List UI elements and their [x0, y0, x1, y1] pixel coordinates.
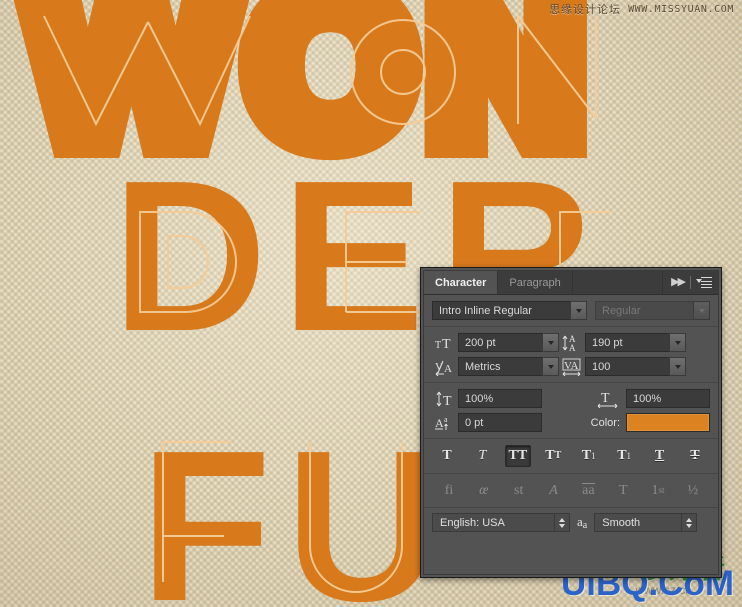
font-size-icon: T T [432, 333, 458, 352]
language-value: English: USA [432, 513, 554, 532]
standard-ligatures-button[interactable]: fi [436, 480, 462, 501]
opentype-button-bar: fi œ st A aa T 1st ½ [424, 477, 718, 504]
tracking-dropdown-arrow[interactable] [669, 357, 686, 376]
language-select[interactable]: English: USA [432, 513, 570, 532]
font-size-dropdown-arrow[interactable] [542, 333, 559, 352]
character-panel: Character Paragraph ▶▶ Intro Inline Regu… [420, 267, 722, 578]
tabbar-spacer [573, 271, 664, 294]
baseline-color-row: A a 0 pt Color: [432, 413, 710, 432]
font-family-dropdown-arrow[interactable] [570, 301, 587, 320]
tab-character-label: Character [435, 276, 487, 289]
antialias-value: Smooth [594, 513, 682, 532]
watermark-site-name: 思缘设计论坛 [549, 4, 622, 16]
style-button-bar: T T TT TT T1 T1 T T [424, 443, 718, 469]
scale-row: T 100% T 100% [432, 389, 710, 408]
oldstyle-button[interactable]: aa [575, 480, 601, 501]
font-section: Intro Inline Regular Regular [424, 295, 718, 326]
size-leading-row: T T 200 pt A A 190 pt [432, 333, 710, 352]
panel-menu-icon[interactable] [696, 277, 712, 288]
font-family-value: Intro Inline Regular [432, 301, 570, 320]
svg-text:T: T [443, 394, 452, 408]
kerning-tracking-row: V A Metrics VA 100 [432, 357, 710, 376]
fractions-button[interactable]: ½ [680, 480, 706, 501]
tracking-field[interactable]: 100 [585, 357, 686, 376]
double-chevron-right-icon[interactable]: ▶▶ [671, 277, 686, 288]
font-family-field[interactable]: Intro Inline Regular [432, 301, 587, 320]
ordinals-button[interactable]: 1st [645, 480, 671, 501]
svg-text:VA: VA [564, 360, 579, 372]
watermark-url: WWW.MISSYUAN.COM [628, 4, 734, 15]
vertical-scale-icon: T [432, 389, 458, 408]
tab-character[interactable]: Character [424, 271, 499, 294]
underline-button[interactable]: T [647, 445, 673, 467]
swash-button[interactable]: A [541, 480, 567, 501]
opentype-section: fi œ st A aa T 1st ½ [424, 473, 718, 507]
antialias-stepper-arrows[interactable] [681, 513, 698, 532]
horizontal-scale-value[interactable]: 100% [626, 389, 710, 408]
font-family-row: Intro Inline Regular Regular [432, 301, 710, 320]
leading-icon: A A [559, 333, 585, 352]
tab-paragraph-label: Paragraph [509, 276, 561, 289]
contextual-alternates-button[interactable]: œ [471, 480, 497, 501]
subscript-button[interactable]: T1 [611, 445, 637, 467]
metrics-section: T T 200 pt A A 190 pt V A Metrics VA 100 [424, 326, 718, 382]
titling-alternates-button[interactable]: T [610, 480, 636, 501]
panel-tabbar: Character Paragraph ▶▶ [424, 271, 718, 295]
svg-text:T: T [442, 337, 451, 351]
language-stepper-arrows[interactable] [554, 513, 570, 532]
baseline-shift-icon: A a [432, 413, 458, 432]
leading-field[interactable]: 190 pt [585, 333, 686, 352]
tracking-icon: VA [559, 357, 585, 376]
kerning-field[interactable]: Metrics [458, 357, 559, 376]
font-style-field[interactable]: Regular [595, 301, 710, 320]
kerning-value: Metrics [458, 357, 542, 376]
horizontal-scale-icon: T [592, 389, 626, 408]
screenshot-stage: .ltr { font-family: "Liberation Sans", s… [0, 0, 742, 607]
svg-text:A: A [569, 343, 576, 352]
color-label: Color: [590, 416, 620, 429]
kerning-dropdown-arrow[interactable] [542, 357, 559, 376]
svg-text:T: T [601, 391, 610, 406]
strikethrough-button[interactable]: T [682, 445, 708, 467]
scale-color-section: T 100% T 100% A a 0 pt Color: [424, 382, 718, 438]
leading-dropdown-arrow[interactable] [669, 333, 686, 352]
panel-header-icons: ▶▶ [663, 271, 718, 294]
font-size-value: 200 pt [458, 333, 542, 352]
style-buttons-section: T T TT TT T1 T1 T T [424, 438, 718, 473]
tab-paragraph[interactable]: Paragraph [498, 271, 573, 294]
svg-text:A: A [435, 416, 444, 430]
faux-italic-button[interactable]: T [469, 445, 495, 467]
svg-text:A: A [444, 363, 452, 375]
header-divider [690, 276, 691, 289]
kerning-icon: V A [432, 357, 458, 376]
vertical-scale-value[interactable]: 100% [458, 389, 542, 408]
tracking-value: 100 [585, 357, 669, 376]
faux-bold-button[interactable]: T [434, 445, 460, 467]
superscript-button[interactable]: T1 [576, 445, 602, 467]
small-caps-button[interactable]: TT [540, 445, 566, 467]
leading-value: 190 pt [585, 333, 669, 352]
all-caps-button[interactable]: TT [504, 445, 531, 467]
discretionary-ligatures-button[interactable]: st [506, 480, 532, 501]
font-size-field[interactable]: 200 pt [458, 333, 559, 352]
font-style-value: Regular [595, 301, 693, 320]
baseline-shift-value[interactable]: 0 pt [458, 413, 542, 432]
language-antialias-bar: English: USA aa Smooth [424, 508, 718, 538]
watermark-top: 思缘设计论坛 WWW.MISSYUAN.COM [549, 3, 734, 17]
text-color-swatch[interactable] [626, 413, 710, 432]
font-style-dropdown-arrow[interactable] [693, 301, 710, 320]
anti-alias-icon: aa [577, 513, 588, 531]
language-section: English: USA aa Smooth [424, 507, 718, 538]
antialias-select[interactable]: Smooth [594, 513, 698, 532]
svg-text:T: T [435, 340, 441, 351]
svg-text:a: a [444, 415, 448, 424]
